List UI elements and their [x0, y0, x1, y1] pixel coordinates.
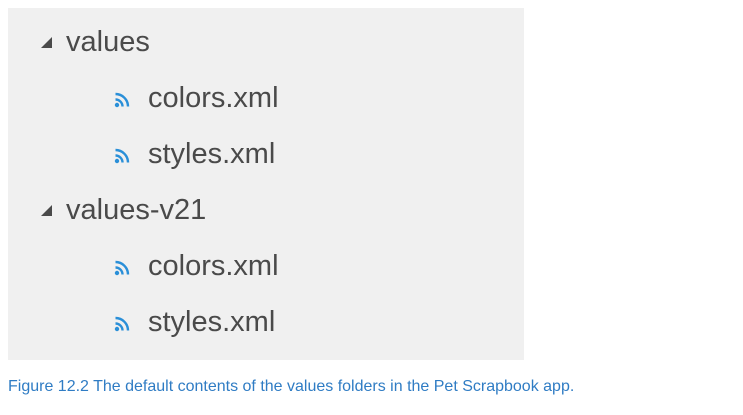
- tree-file-label: styles.xml: [148, 137, 276, 170]
- expanded-triangle-icon[interactable]: [38, 202, 56, 220]
- xml-file-icon: [114, 148, 130, 164]
- figure-caption: Figure 12.2 The default contents of the …: [8, 378, 575, 395]
- project-tree: values colors.xml styles.xml values-v21: [8, 8, 524, 360]
- tree-file-styles-xml[interactable]: styles.xml: [114, 130, 275, 178]
- tree-file-label: colors.xml: [148, 81, 279, 114]
- tree-file-label: colors.xml: [148, 249, 279, 282]
- tree-file-styles-xml-v21[interactable]: styles.xml: [114, 298, 275, 346]
- tree-folder-label: values: [66, 25, 150, 58]
- tree-file-colors-xml[interactable]: colors.xml: [114, 74, 279, 122]
- xml-file-icon: [114, 92, 130, 108]
- xml-file-icon: [114, 260, 130, 276]
- tree-file-label: styles.xml: [148, 305, 276, 338]
- tree-file-colors-xml-v21[interactable]: colors.xml: [114, 242, 279, 290]
- tree-folder-label: values-v21: [66, 193, 207, 226]
- tree-folder-values-v21[interactable]: values-v21: [38, 186, 206, 234]
- tree-folder-values[interactable]: values: [38, 18, 150, 66]
- expanded-triangle-icon[interactable]: [38, 34, 56, 52]
- xml-file-icon: [114, 316, 130, 332]
